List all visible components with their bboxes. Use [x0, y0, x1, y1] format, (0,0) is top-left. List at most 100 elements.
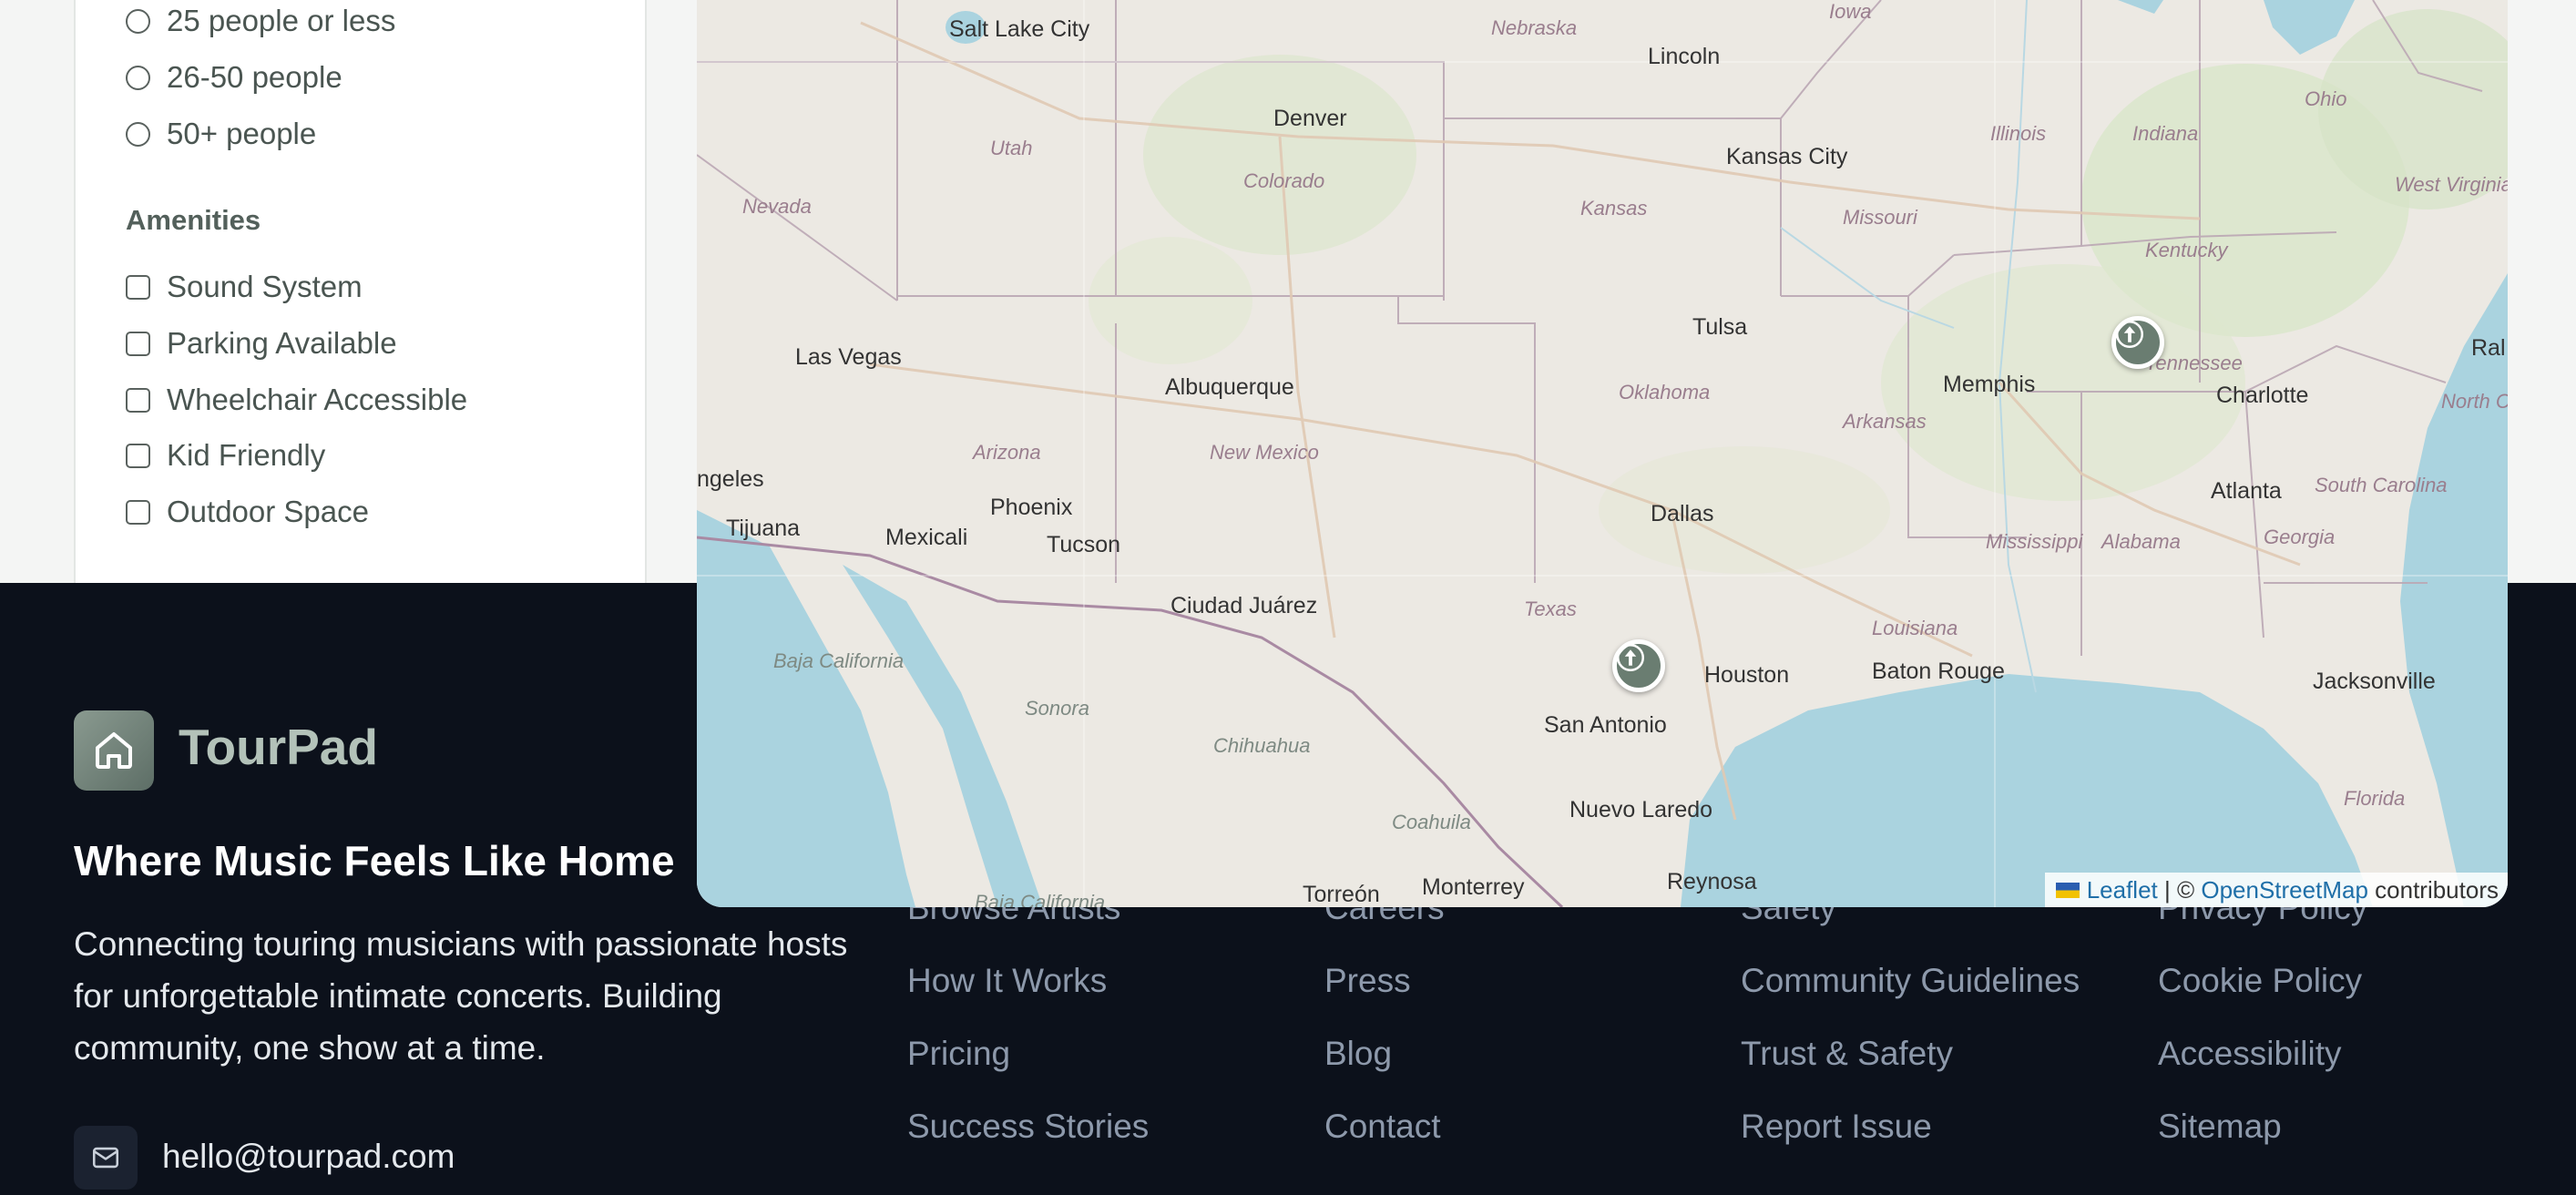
- map-label: Indiana: [2132, 122, 2199, 145]
- checkbox[interactable]: [126, 387, 150, 413]
- map-label: Dallas: [1651, 501, 1714, 526]
- map-label: Iowa: [1829, 0, 1872, 23]
- leaflet-link[interactable]: Leaflet: [2087, 873, 2158, 907]
- arrow-up-icon: [2116, 321, 2143, 348]
- checkbox[interactable]: [126, 499, 150, 525]
- map-label: Missouri: [1843, 206, 1917, 229]
- footer-link-cookie-policy[interactable]: Cookie Policy: [2158, 962, 2362, 1000]
- radio-button[interactable]: [126, 65, 150, 90]
- map-label: San Antonio: [1544, 712, 1667, 738]
- map-label: Mississippi: [1986, 530, 2083, 553]
- amenity-kid-friendly[interactable]: Kid Friendly: [126, 438, 325, 473]
- checkbox[interactable]: [126, 331, 150, 356]
- openstreetmap-link[interactable]: OpenStreetMap: [2201, 873, 2368, 907]
- footer-link-community-guidelines[interactable]: Community Guidelines: [1741, 962, 2080, 1000]
- map-label: Ral: [2471, 335, 2506, 361]
- map-label: Nevada: [742, 195, 812, 218]
- amenity-outdoor-space[interactable]: Outdoor Space: [126, 495, 369, 529]
- map-label: South Carolina: [2315, 474, 2448, 496]
- map-label: Denver: [1273, 106, 1347, 131]
- amenity-wheelchair-accessible[interactable]: Wheelchair Accessible: [126, 383, 467, 417]
- option-label: 25 people or less: [167, 4, 396, 37]
- amenity-sound-system[interactable]: Sound System: [126, 270, 363, 304]
- footer-link-blog[interactable]: Blog: [1324, 1035, 1392, 1073]
- map-label: Texas: [1524, 598, 1577, 620]
- checkbox[interactable]: [126, 443, 150, 468]
- map-label: Ohio: [2305, 87, 2347, 110]
- footer-link-pricing[interactable]: Pricing: [907, 1035, 1010, 1073]
- map-label: Sonora: [1025, 697, 1089, 720]
- footer-link-success-stories[interactable]: Success Stories: [907, 1108, 1149, 1146]
- footer-link-contact[interactable]: Contact: [1324, 1108, 1441, 1146]
- brand-name[interactable]: TourPad: [179, 718, 378, 776]
- attribution-separator: | ©: [2157, 876, 2202, 904]
- house-icon[interactable]: [74, 710, 154, 791]
- option-label: 50+ people: [167, 117, 317, 150]
- radio-button[interactable]: [126, 8, 150, 34]
- map-label: New Mexico: [1210, 441, 1319, 464]
- footer-link-how-it-works[interactable]: How It Works: [907, 962, 1107, 1000]
- radio-button[interactable]: [126, 121, 150, 147]
- map-label: Baja California: [975, 891, 1106, 907]
- venue-marker[interactable]: [2111, 316, 2164, 369]
- option-label: Sound System: [167, 270, 363, 303]
- capacity-option-50-plus[interactable]: 50+ people: [126, 117, 316, 151]
- map-label: Florida: [2344, 787, 2406, 810]
- map-label: Phoenix: [990, 495, 1073, 520]
- option-label: Parking Available: [167, 326, 397, 360]
- map-label: Tucson: [1047, 532, 1121, 557]
- footer-link-trust-safety[interactable]: Trust & Safety: [1741, 1035, 1953, 1073]
- checkbox[interactable]: [126, 274, 150, 300]
- map-label: Monterrey: [1422, 874, 1525, 900]
- option-label: Kid Friendly: [167, 438, 326, 472]
- map-label: ngeles: [697, 466, 764, 492]
- map-label: Utah: [990, 137, 1033, 159]
- map-label: Las Vegas: [795, 344, 902, 370]
- capacity-option-25-or-less[interactable]: 25 people or less: [126, 4, 395, 38]
- map-label: Baton Rouge: [1872, 659, 2005, 684]
- footer-link-press[interactable]: Press: [1324, 962, 1411, 1000]
- map-label: Reynosa: [1667, 869, 1757, 894]
- footer-description: Connecting touring musicians with passio…: [74, 925, 848, 1067]
- ukraine-flag-icon: [2055, 882, 2080, 898]
- map-label: Arkansas: [1843, 410, 1927, 433]
- map-label: Kentucky: [2145, 239, 2228, 261]
- capacity-option-26-50[interactable]: 26-50 people: [126, 60, 342, 95]
- map-label: Nebraska: [1491, 16, 1578, 39]
- footer-link-accessibility[interactable]: Accessibility: [2158, 1035, 2342, 1073]
- attribution-contributors: contributors: [2367, 876, 2499, 904]
- map-label: Louisiana: [1872, 617, 1958, 639]
- map-label: Kansas: [1580, 197, 1648, 220]
- map-label: Alabama: [2101, 530, 2181, 553]
- map-label: Nuevo Laredo: [1569, 797, 1713, 822]
- map-label: Illinois: [1990, 122, 2047, 145]
- map-label: Mexicali: [885, 525, 968, 550]
- map-label: Torreón: [1303, 882, 1380, 907]
- map-label: Charlotte: [2216, 383, 2309, 408]
- map-label: Baja California: [773, 649, 905, 672]
- map-label: Houston: [1704, 662, 1790, 688]
- arrow-up-icon: [1617, 644, 1644, 671]
- venue-map[interactable]: Salt Lake City Denver Lincoln Kansas Cit…: [697, 0, 2508, 907]
- map-label: Jacksonville: [2313, 669, 2436, 694]
- map-label: Tulsa: [1692, 314, 1748, 340]
- footer-link-report-issue[interactable]: Report Issue: [1741, 1108, 1932, 1146]
- option-label: 26-50 people: [167, 60, 342, 94]
- filter-panel: 25 people or less 26-50 people 50+ peopl…: [74, 0, 647, 583]
- footer-link-sitemap[interactable]: Sitemap: [2158, 1108, 2282, 1146]
- venue-marker[interactable]: [1612, 639, 1665, 692]
- map-tiles[interactable]: [697, 0, 2508, 907]
- map-label: Albuquerque: [1165, 374, 1294, 400]
- map-label: Memphis: [1943, 372, 2036, 397]
- map-label: Arizona: [973, 441, 1041, 464]
- map-label: Lincoln: [1648, 44, 1721, 69]
- map-label: Kansas City: [1726, 144, 1848, 169]
- map-label: West Virginia: [2395, 173, 2508, 196]
- map-attribution: Leaflet | © OpenStreetMap contributors: [2044, 873, 2508, 907]
- contact-email[interactable]: hello@tourpad.com: [162, 1138, 455, 1176]
- amenity-parking-available[interactable]: Parking Available: [126, 326, 397, 361]
- map-label: Atlanta: [2211, 478, 2282, 504]
- map-label: North Ca: [2441, 390, 2508, 413]
- map-label: Ciudad Juárez: [1170, 593, 1318, 618]
- map-label: Chihuahua: [1213, 734, 1311, 757]
